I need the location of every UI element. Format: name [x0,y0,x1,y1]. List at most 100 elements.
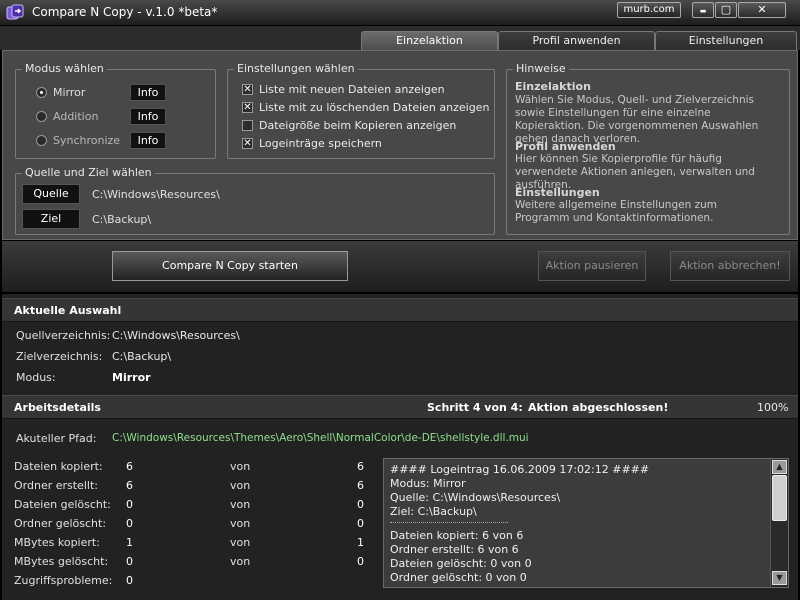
mode-group: Modus wählen Mirror Info Addition Info S… [15,62,216,159]
stat-folders-deleted: Ordner gelöscht: 0 von 0 [14,517,374,535]
radio-label-mirror: Mirror [53,86,86,99]
checkbox-delete-files-list[interactable]: ✕ [242,102,253,113]
stat-files-copied: Dateien kopiert: 6 von 6 [14,460,374,478]
log-scrollbar[interactable]: ▲ ▼ [770,459,788,587]
stat-folders-created: Ordner erstellt: 6 von 6 [14,479,374,497]
minimize-icon: ▬ [699,7,707,15]
scroll-down-icon[interactable]: ▼ [772,571,787,585]
stat-total: 1 [357,536,364,549]
log-line: #### Logeintrag 16.06.2009 17:02:12 #### [390,463,650,476]
current-selection-header: Aktuelle Auswahl [2,298,798,322]
radio-label-addition: Addition [53,110,99,123]
stat-label: Dateien kopiert: [14,460,103,473]
hint-text-einzelaktion: Wählen Sie Modus, Quell- und Zielverzeic… [515,94,759,145]
stat-total: 6 [357,460,364,473]
stat-value: 0 [126,574,133,587]
info-button-synchronize[interactable]: Info [130,132,166,149]
settings-group: Einstellungen wählen ✕ Liste mit neuen D… [227,62,495,159]
checkbox-file-size[interactable] [242,120,253,131]
source-button[interactable]: Quelle [22,184,80,204]
source-dir-label: Quellverzeichnis: [16,329,111,342]
stat-total: 0 [357,517,364,530]
log-line: Ziel: C:\Backup\ [390,505,477,518]
log-box[interactable]: #### Logeintrag 16.06.2009 17:02:12 ####… [383,458,789,588]
maximize-button[interactable]: ▢ [715,2,737,18]
stat-value: 6 [126,479,133,492]
stat-von: von [230,555,251,568]
mode-value: Mirror [112,371,151,384]
mode-option-mirror[interactable]: Mirror Info [36,84,196,102]
hint-heading-einstellungen: Einstellungen [515,186,600,199]
scroll-thumb[interactable] [772,475,787,521]
source-path: C:\Windows\Resources\ [92,188,220,201]
radio-mirror[interactable] [36,87,47,98]
step-indicator: Schritt 4 von 4: [427,401,523,414]
checkbox-label-file-size: Dateigröße beim Kopieren anzeigen [259,119,457,132]
work-details-title: Arbeitsdetails [14,401,101,414]
current-path-value: C:\Windows\Resources\Themes\Aero\Shell\N… [112,432,529,444]
stat-von: von [230,517,251,530]
option-save-log[interactable]: ✕ Logeinträge speichern [242,136,482,152]
window-title: Compare N Copy - v.1.0 *beta* [32,5,218,19]
checkbox-new-files-list[interactable]: ✕ [242,84,253,95]
pause-button[interactable]: Aktion pausieren [538,251,646,281]
progress-percent: 100% [757,401,789,414]
checkbox-label-delete-files-list: Liste mit zu löschenden Dateien anzeigen [259,101,490,114]
hints-group-title: Hinweise [513,62,569,75]
stat-value: 6 [126,460,133,473]
mode-option-addition[interactable]: Addition Info [36,108,196,126]
stat-total: 0 [357,555,364,568]
option-delete-files-list[interactable]: ✕ Liste mit zu löschenden Dateien anzeig… [242,100,489,116]
stat-label: Ordner erstellt: [14,479,98,492]
stat-von: von [230,479,251,492]
settings-group-title: Einstellungen wählen [234,62,358,75]
stat-files-deleted: Dateien gelöscht: 0 von 0 [14,498,374,516]
tab-profil-anwenden[interactable]: Profil anwenden [498,31,655,51]
murb-link-button[interactable]: murb.com [617,2,681,18]
log-line: Ordner erstellt: 6 von 6 [390,543,519,556]
tab-einzelaktion[interactable]: Einzelaktion [361,31,498,52]
status-badge: Aktion abgeschlossen! [528,401,669,414]
radio-addition[interactable] [36,111,47,122]
info-button-mirror[interactable]: Info [130,84,166,101]
log-line: Ordner gelöscht: 0 von 0 [390,571,527,584]
checkbox-save-log[interactable]: ✕ [242,138,253,149]
checkbox-label-save-log: Logeinträge speichern [259,137,382,150]
source-target-group-title: Quelle und Ziel wählen [22,166,155,179]
mode-option-synchronize[interactable]: Synchronize Info [36,132,196,150]
mode-group-title: Modus wählen [22,62,107,75]
close-icon: ✕ [757,3,767,16]
close-button[interactable]: ✕ [738,2,786,18]
source-target-group: Quelle und Ziel wählen Quelle C:\Windows… [15,166,495,235]
stat-value: 0 [126,498,133,511]
action-bar: Compare N Copy starten Aktion pausieren … [2,240,798,292]
stat-value: 0 [126,517,133,530]
maximize-icon: ▢ [720,3,732,16]
info-button-addition[interactable]: Info [130,108,166,125]
hint-text-einstellungen: Weitere allgemeine Einstellungen zum Pro… [515,199,717,224]
stat-label: MBytes gelöscht: [14,555,109,568]
stat-total: 6 [357,479,364,492]
target-button[interactable]: Ziel [22,209,80,229]
start-button[interactable]: Compare N Copy starten [112,251,348,281]
log-line: Dateien gelöscht: 0 von 0 [390,557,532,570]
stat-access-problems: Zugriffsprobleme: 0 [14,574,374,592]
hint-heading-profil: Profil anwenden [515,140,616,153]
option-new-files-list[interactable]: ✕ Liste mit neuen Dateien anzeigen [242,82,482,98]
compare-copy-app-icon [6,4,24,20]
radio-synchronize[interactable] [36,135,47,146]
option-file-size[interactable]: Dateigröße beim Kopieren anzeigen [242,118,482,134]
mode-label: Modus: [16,371,56,384]
log-line: Modus: Mirror [390,477,466,490]
scroll-up-icon[interactable]: ▲ [772,460,787,474]
checkbox-label-new-files-list: Liste mit neuen Dateien anzeigen [259,83,445,96]
stat-von: von [230,536,251,549]
stat-label: Ordner gelöscht: [14,517,107,530]
current-path-label: Akuteller Pfad: [16,432,97,445]
minimize-button[interactable]: ▬ [692,2,714,18]
stat-von: von [230,498,251,511]
tab-einstellungen[interactable]: Einstellungen [655,31,797,51]
abort-button[interactable]: Aktion abbrechen! [670,251,790,281]
hint-heading-einzelaktion: Einzelaktion [515,80,591,93]
stat-total: 0 [357,498,364,511]
